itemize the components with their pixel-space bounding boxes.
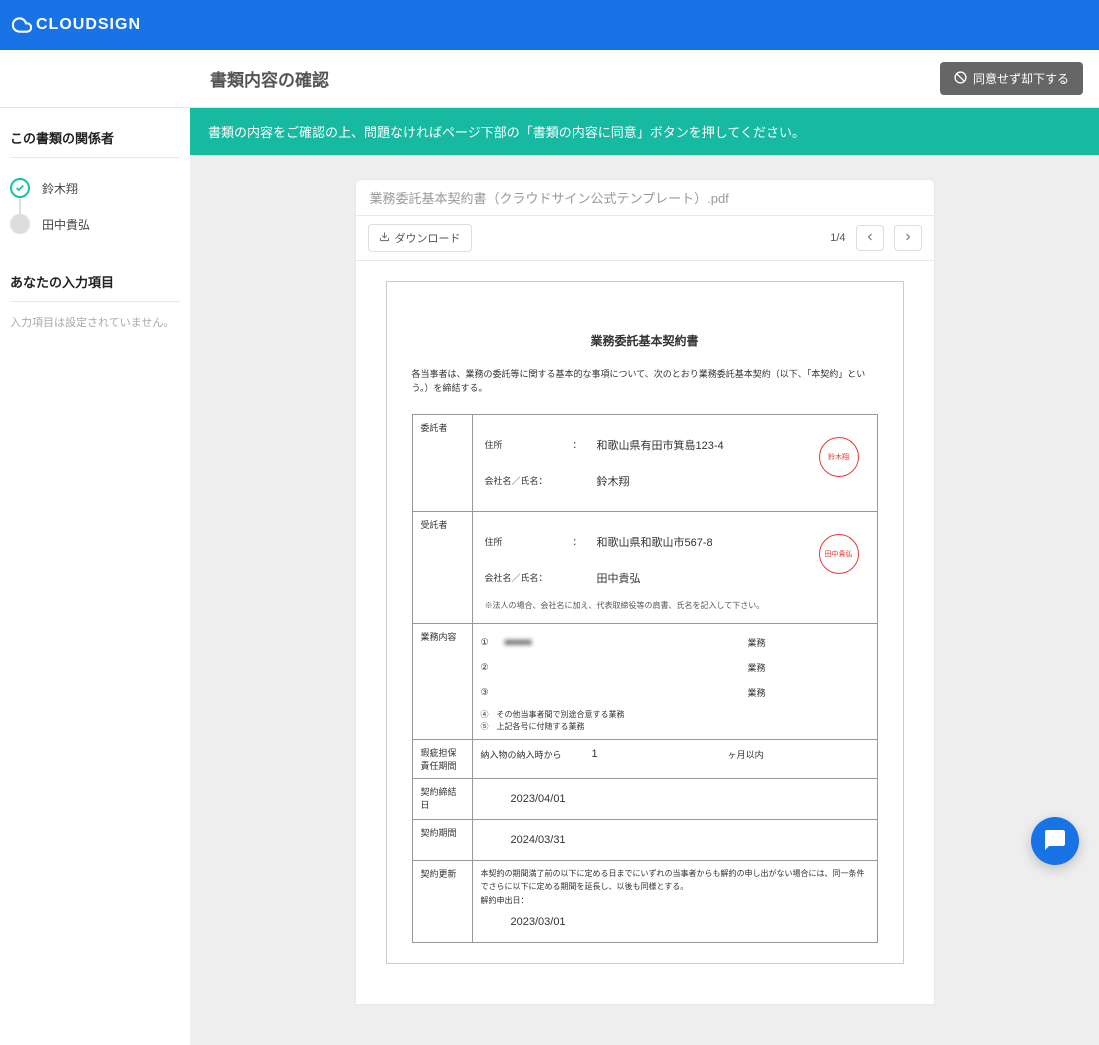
field-label: 住所 [485, 535, 555, 548]
work-note: ⑤ 上記各号に付随する業務 [481, 721, 869, 733]
parties-title: この書類の関係者 [10, 128, 180, 158]
work-num: ② [481, 662, 495, 673]
stamp-seal: 田中貴弘 [819, 534, 859, 574]
contract-title: 業務委託基本契約書 [412, 332, 878, 349]
field-value: 田中貴弘 [597, 570, 641, 586]
main-content: 書類の内容をご確認の上、問題なければページ下部の「書類の内容に同意」ボタンを押し… [190, 108, 1099, 1045]
page-title: 書類内容の確認 [210, 66, 329, 91]
party-name: 田中貴弘 [42, 216, 90, 233]
instruction-banner: 書類の内容をご確認の上、問題なければページ下部の「書類の内容に同意」ボタンを押し… [190, 108, 1099, 155]
download-label: ダウンロード [395, 230, 461, 246]
subheader: 書類内容の確認 同意せず却下する [0, 50, 1099, 108]
row-label: 契約期間 [412, 819, 472, 860]
next-page-button[interactable] [894, 225, 922, 251]
field-value: 鈴木翔 [597, 473, 630, 489]
work-num: ① [481, 637, 495, 648]
contract-table: 委託者 住所 ： 和歌山県有田市箕島123-4 [412, 414, 878, 943]
row-label: 委託者 [412, 414, 472, 511]
prohibit-icon [954, 71, 967, 87]
reject-label: 同意せず却下する [973, 70, 1069, 87]
contract-intro: 各当事者は、業務の委託等に関する基本的な事項について、次のとおり業務委託基本契約… [412, 367, 878, 396]
sidebar: この書類の関係者 鈴木翔 田中貴弘 あなたの入力項目 入力項目は設定されていませ… [0, 108, 190, 1045]
document-toolbar: ダウンロード 1/4 [355, 215, 935, 261]
work-name: ■■■■■ [505, 637, 635, 647]
pending-icon [10, 214, 30, 234]
field-label: 解約申出日： [481, 896, 529, 905]
field-label: 納入物の納入時から [481, 748, 562, 761]
row-label: 契約更新 [412, 860, 472, 942]
row-label: 業務内容 [412, 623, 472, 739]
pager: 1/4 [830, 225, 921, 251]
brand-logo[interactable]: CLOUDSIGN [12, 15, 141, 35]
corp-note: ※法人の場合、会社名に加え、代表取締役等の肩書、氏名を記入して下さい。 [485, 596, 865, 611]
row-label: 瑕疵担保責任期間 [412, 739, 472, 778]
field-label: ヶ月以内 [728, 748, 764, 761]
prev-page-button[interactable] [856, 225, 884, 251]
reject-button[interactable]: 同意せず却下する [940, 62, 1083, 95]
chevron-left-icon [864, 231, 876, 246]
document-page: 業務委託基本契約書 各当事者は、業務の委託等に関する基本的な事項について、次のと… [386, 281, 904, 964]
field-value: 和歌山県和歌山市567-8 [597, 534, 713, 550]
work-num: ③ [481, 687, 495, 698]
document-viewer: 業務委託基本契約書（クラウドサイン公式テンプレート）.pdf ダウンロード 1/… [355, 179, 935, 1005]
chat-button[interactable] [1031, 817, 1079, 865]
field-value: 2024/03/31 [481, 826, 869, 854]
party-item: 鈴木翔 [10, 170, 180, 206]
row-label: 契約締結日 [412, 778, 472, 819]
field-label: 会社名／氏名： [485, 474, 555, 487]
inputs-section: あなたの入力項目 入力項目は設定されていません。 [10, 272, 180, 330]
brand-text: CLOUDSIGN [36, 16, 141, 34]
parties-section: この書類の関係者 鈴木翔 田中貴弘 [10, 128, 180, 242]
download-icon [379, 231, 390, 245]
stamp-seal: 鈴木翔 [819, 437, 859, 477]
document-filename: 業務委託基本契約書（クラウドサイン公式テンプレート）.pdf [355, 179, 935, 215]
page-indicator: 1/4 [830, 232, 845, 244]
work-type: 業務 [645, 636, 869, 649]
party-name: 鈴木翔 [42, 180, 78, 197]
field-value: 2023/03/01 [481, 908, 869, 936]
field-value: 2023/04/01 [481, 785, 869, 813]
work-type: 業務 [645, 686, 869, 699]
chat-icon [1043, 828, 1067, 855]
work-type: 業務 [645, 661, 869, 674]
check-icon [10, 178, 30, 198]
download-button[interactable]: ダウンロード [368, 224, 472, 252]
party-item: 田中貴弘 [10, 206, 180, 242]
cloud-icon [12, 15, 32, 35]
field-label: 会社名／氏名： [485, 571, 555, 584]
inputs-title: あなたの入力項目 [10, 272, 180, 302]
app-header: CLOUDSIGN [0, 0, 1099, 50]
row-label: 受託者 [412, 511, 472, 623]
inputs-note: 入力項目は設定されていません。 [10, 314, 180, 330]
renewal-text: 本契約の期間満了前の以下に定める日までにいずれの当事者からも解約の申し出がない場… [481, 867, 869, 894]
field-value: 和歌山県有田市箕島123-4 [597, 437, 724, 453]
chevron-right-icon [902, 231, 914, 246]
work-note: ④ その他当事者間で別途合意する業務 [481, 709, 869, 721]
field-value: 1 [592, 748, 598, 760]
field-label: 住所 [485, 438, 555, 451]
